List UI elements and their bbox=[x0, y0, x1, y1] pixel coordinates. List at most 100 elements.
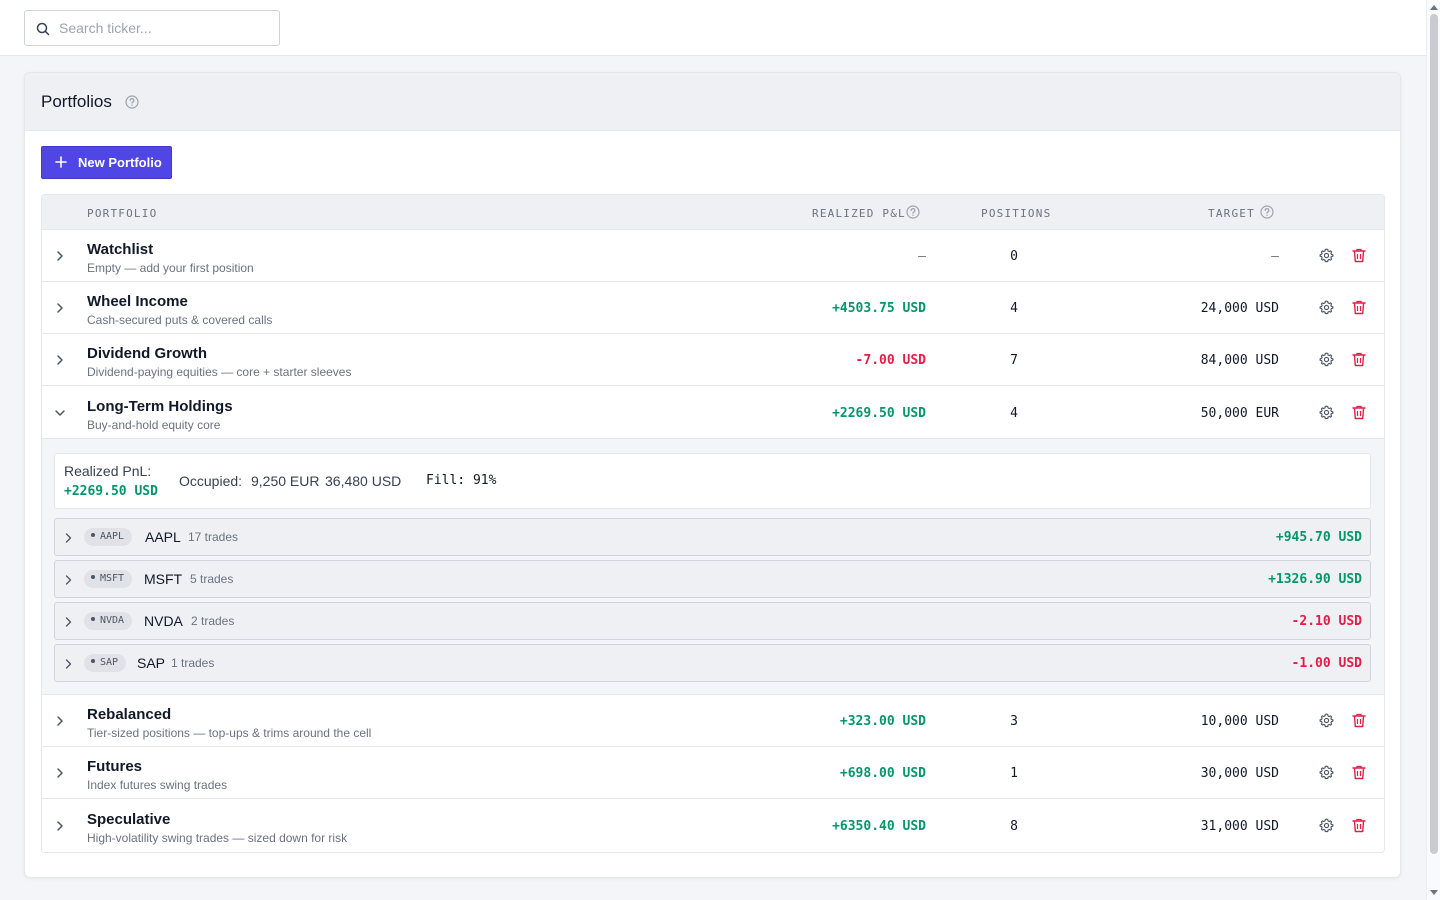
chevron-right-icon[interactable] bbox=[55, 302, 65, 314]
header-target: TARGET bbox=[1208, 207, 1255, 220]
portfolio-description: Index futures swing trades bbox=[87, 778, 228, 792]
portfolio-target: 84,000 USD bbox=[1200, 353, 1279, 368]
chevron-right-icon[interactable] bbox=[65, 659, 72, 669]
trash-icon[interactable] bbox=[1352, 818, 1366, 833]
portfolios-card: Portfolios New Portfolio PORTFOLIO REALI… bbox=[24, 72, 1401, 878]
scroll-up-arrow[interactable] bbox=[1430, 5, 1438, 10]
vertical-scrollbar[interactable] bbox=[1426, 0, 1440, 900]
portfolio-realized-pnl: -7.00 USD bbox=[855, 353, 926, 368]
portfolio-row-futures[interactable]: Futures Index futures swing trades +698.… bbox=[42, 747, 1384, 799]
scroll-down-arrow[interactable] bbox=[1430, 890, 1438, 895]
position-trades: 17 trades bbox=[188, 530, 239, 544]
ticker-badge: MSFT bbox=[84, 570, 133, 588]
portfolio-name: Rebalanced bbox=[87, 706, 172, 723]
portfolio-realized-pnl: — bbox=[918, 249, 926, 264]
chevron-right-icon[interactable] bbox=[65, 533, 72, 543]
plus-icon bbox=[55, 156, 67, 168]
header-realized-pnl: REALIZED P&L bbox=[812, 207, 906, 220]
occupied-usd: 36,480 USD bbox=[325, 473, 402, 489]
chevron-down-icon[interactable] bbox=[54, 408, 66, 418]
portfolio-description: Cash-secured puts & covered calls bbox=[87, 313, 273, 327]
new-portfolio-label: New Portfolio bbox=[78, 155, 162, 170]
portfolio-realized-pnl: +323.00 USD bbox=[839, 714, 926, 729]
gear-icon[interactable] bbox=[1319, 713, 1334, 728]
portfolios-table: PORTFOLIO REALIZED P&L POSITIONS TARGET … bbox=[41, 194, 1385, 853]
card-header: Portfolios bbox=[25, 73, 1400, 131]
portfolio-positions: 4 bbox=[1010, 406, 1018, 421]
position-trades: 2 trades bbox=[191, 614, 235, 628]
scroll-thumb[interactable] bbox=[1430, 14, 1438, 854]
portfolio-summary: Realized PnL: +2269.50 USD Occupied: 9,2… bbox=[54, 453, 1371, 509]
gear-icon[interactable] bbox=[1319, 765, 1334, 780]
portfolio-positions: 0 bbox=[1010, 249, 1018, 264]
chevron-right-icon[interactable] bbox=[55, 250, 65, 262]
gear-icon[interactable] bbox=[1319, 248, 1334, 263]
portfolio-row-long-term-holdings[interactable]: Long-Term Holdings Buy-and-hold equity c… bbox=[42, 387, 1384, 439]
position-ticker: MSFT bbox=[144, 571, 183, 587]
portfolio-description: High-volatility swing trades — sized dow… bbox=[87, 831, 348, 845]
portfolio-row-dividend-growth[interactable]: Dividend Growth Dividend-paying equities… bbox=[42, 334, 1384, 386]
portfolio-row-wheel-income[interactable]: Wheel Income Cash-secured puts & covered… bbox=[42, 282, 1384, 334]
portfolio-target: 31,000 USD bbox=[1200, 819, 1279, 834]
portfolio-target: 50,000 EUR bbox=[1200, 406, 1279, 421]
portfolio-name: Dividend Growth bbox=[87, 345, 207, 362]
search-icon bbox=[36, 22, 50, 36]
gear-icon[interactable] bbox=[1319, 352, 1334, 367]
fill-percent: Fill: 91% bbox=[426, 473, 497, 488]
portfolio-detail-panel: Realized PnL: +2269.50 USD Occupied: 9,2… bbox=[42, 439, 1384, 695]
portfolio-name: Wheel Income bbox=[87, 293, 188, 310]
position-pnl: +1326.90 USD bbox=[1268, 572, 1362, 587]
chevron-right-icon[interactable] bbox=[55, 354, 65, 366]
portfolio-row-rebalanced[interactable]: Rebalanced Tier-sized positions — top-up… bbox=[42, 695, 1384, 747]
help-icon[interactable] bbox=[125, 95, 139, 109]
search-input[interactable] bbox=[57, 11, 272, 45]
position-pnl: -2.10 USD bbox=[1291, 614, 1362, 629]
position-row-msft[interactable]: MSFT MSFT 5 trades +1326.90 USD bbox=[54, 560, 1371, 598]
portfolio-row-watchlist[interactable]: Watchlist Empty — add your first positio… bbox=[42, 230, 1384, 282]
help-icon[interactable] bbox=[1260, 205, 1274, 219]
portfolio-target: 24,000 USD bbox=[1200, 301, 1279, 316]
help-icon[interactable] bbox=[906, 205, 920, 219]
realized-pnl-value: +2269.50 USD bbox=[64, 484, 158, 499]
portfolio-positions: 1 bbox=[1010, 766, 1018, 781]
gear-icon[interactable] bbox=[1319, 818, 1334, 833]
gear-icon[interactable] bbox=[1319, 300, 1334, 315]
portfolio-row-speculative[interactable]: Speculative High-volatility swing trades… bbox=[42, 800, 1384, 852]
new-portfolio-button[interactable]: New Portfolio bbox=[41, 146, 172, 179]
position-row-aapl[interactable]: AAPL AAPL 17 trades +945.70 USD bbox=[54, 518, 1371, 556]
header-positions: POSITIONS bbox=[981, 207, 1052, 220]
portfolio-positions: 7 bbox=[1010, 353, 1018, 368]
portfolio-description: Dividend-paying equities — core + starte… bbox=[87, 365, 352, 379]
chevron-right-icon[interactable] bbox=[55, 715, 65, 727]
position-row-sap[interactable]: SAP SAP 1 trades -1.00 USD bbox=[54, 644, 1371, 682]
portfolio-name: Futures bbox=[87, 758, 143, 775]
ticker-badge: SAP bbox=[84, 654, 127, 672]
search-box[interactable] bbox=[24, 10, 280, 46]
chevron-right-icon[interactable] bbox=[55, 820, 65, 832]
portfolio-realized-pnl: +2269.50 USD bbox=[832, 406, 926, 421]
chevron-right-icon[interactable] bbox=[55, 767, 65, 779]
ticker-badge: AAPL bbox=[84, 528, 133, 546]
trash-icon[interactable] bbox=[1352, 765, 1366, 780]
trash-icon[interactable] bbox=[1352, 248, 1366, 263]
portfolio-description: Empty — add your first position bbox=[87, 261, 254, 275]
table-header: PORTFOLIO REALIZED P&L POSITIONS TARGET bbox=[42, 195, 1384, 230]
portfolio-name: Long-Term Holdings bbox=[87, 398, 233, 415]
chevron-right-icon[interactable] bbox=[65, 617, 72, 627]
portfolio-target: — bbox=[1271, 249, 1279, 264]
trash-icon[interactable] bbox=[1352, 300, 1366, 315]
trash-icon[interactable] bbox=[1352, 352, 1366, 367]
portfolio-positions: 3 bbox=[1010, 714, 1018, 729]
portfolio-positions: 8 bbox=[1010, 819, 1018, 834]
trash-icon[interactable] bbox=[1352, 713, 1366, 728]
gear-icon[interactable] bbox=[1319, 405, 1334, 420]
portfolio-name: Watchlist bbox=[87, 241, 154, 258]
occupied-label: Occupied: bbox=[179, 473, 243, 489]
position-ticker: AAPL bbox=[145, 529, 181, 545]
portfolio-description: Buy-and-hold equity core bbox=[87, 418, 221, 432]
portfolio-realized-pnl: +4503.75 USD bbox=[832, 301, 926, 316]
chevron-right-icon[interactable] bbox=[65, 575, 72, 585]
trash-icon[interactable] bbox=[1352, 405, 1366, 420]
position-row-nvda[interactable]: NVDA NVDA 2 trades -2.10 USD bbox=[54, 602, 1371, 640]
position-trades: 5 trades bbox=[190, 572, 234, 586]
